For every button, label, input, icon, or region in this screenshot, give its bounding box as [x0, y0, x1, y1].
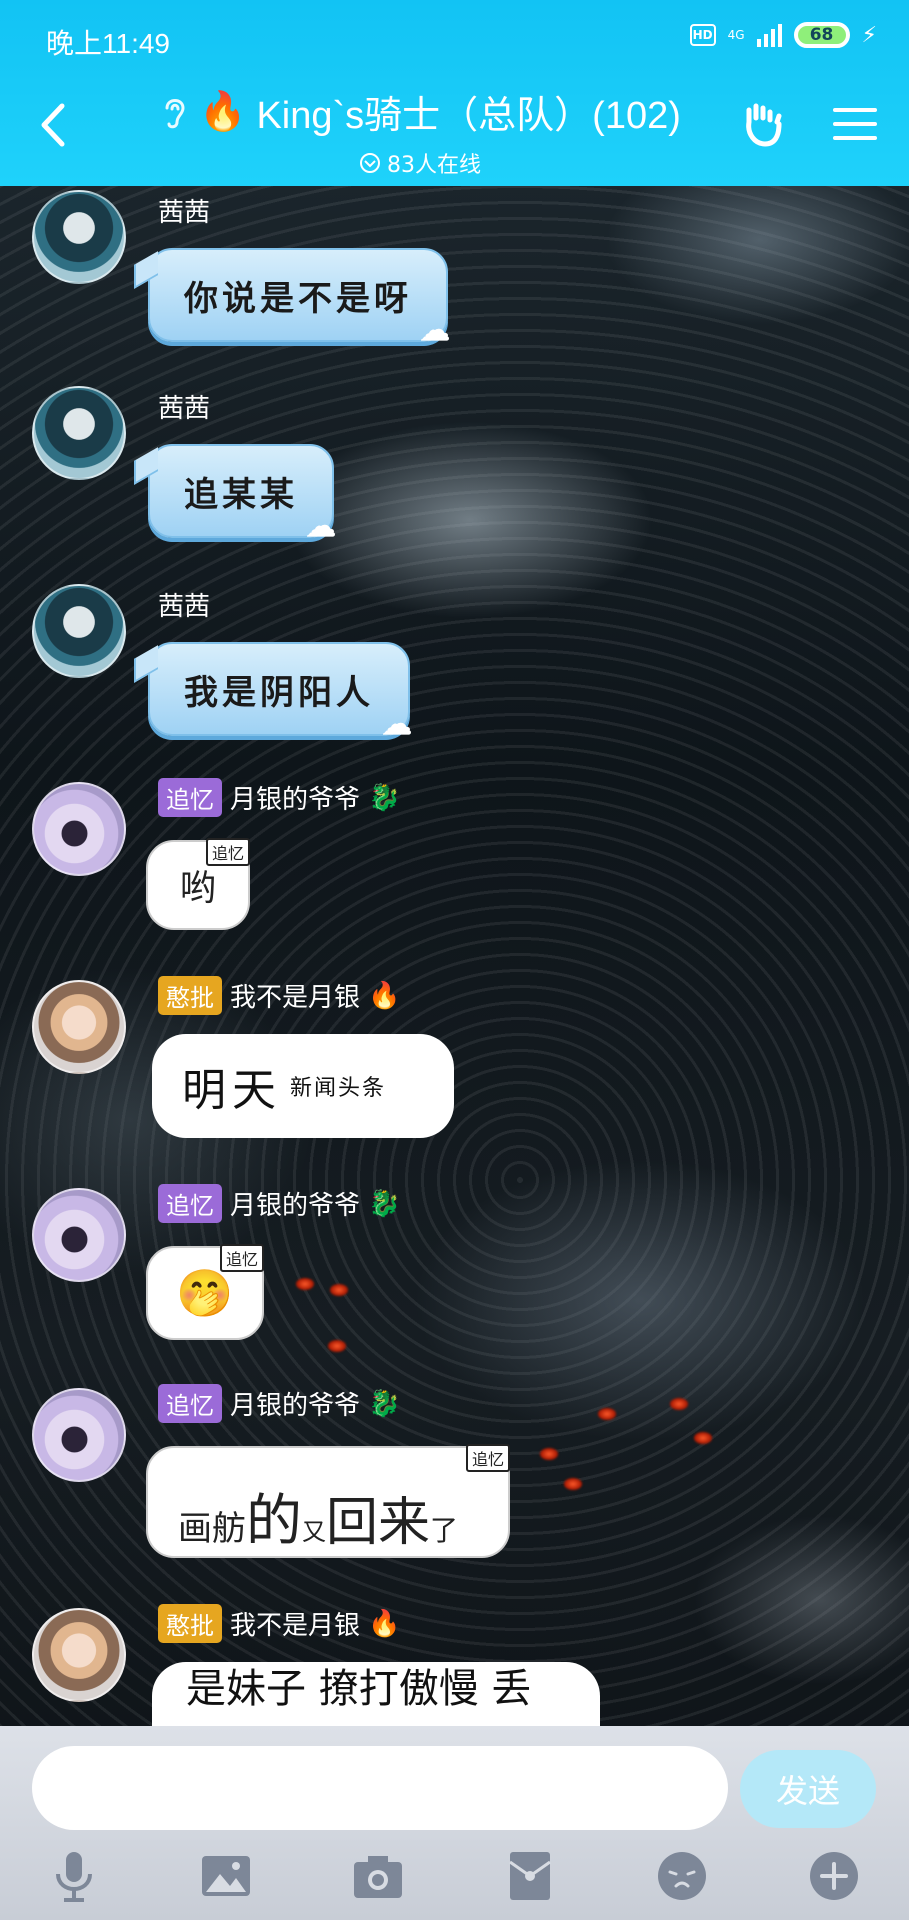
send-button[interactable]: 发送 — [740, 1750, 876, 1828]
battery-level: 68 — [809, 25, 834, 45]
message-item: 憨批 我不是月银 🔥 明天 新闻头条 — [0, 976, 909, 1156]
back-icon[interactable] — [36, 100, 68, 150]
message-item: 茜茜 你说是不是呀 ☁ — [0, 188, 909, 348]
bubble-corner-tag: 追忆 — [219, 1244, 264, 1272]
bubble-corner-tag: 追忆 — [465, 1444, 510, 1472]
member-tag: 追忆 — [158, 778, 222, 817]
message-text: 明天 — [182, 1065, 282, 1116]
member-tag: 憨批 — [158, 1604, 222, 1643]
message-input[interactable] — [32, 1746, 728, 1830]
status-bar: 晚上11:49 HD 4G 68 ⚡ — [0, 0, 909, 74]
message-text-part: 回来 — [326, 1493, 431, 1553]
message-subtext: 新闻头条 — [290, 1076, 387, 1101]
member-tag: 追忆 — [158, 1184, 222, 1223]
member-badge-icon: 🐉 — [368, 1388, 401, 1419]
group-title: King`s骑士（总队）(102) — [256, 95, 681, 137]
battery-icon: 68 — [793, 22, 850, 48]
bubble-corner-tag: 追忆 — [205, 838, 250, 866]
member-badge-icon: 🐉 — [368, 1188, 401, 1219]
emoji-sticker: 🤭 — [176, 1265, 234, 1320]
member-badge-icon: 🔥 — [368, 980, 401, 1011]
message-text-part: 了 — [430, 1514, 459, 1547]
avatar[interactable] — [32, 1188, 126, 1282]
microphone-icon[interactable] — [46, 1848, 102, 1904]
message-text: 追某某 — [184, 474, 298, 515]
message-text-part: 画舫 — [178, 1509, 246, 1549]
image-icon[interactable] — [198, 1848, 254, 1904]
member-badge-icon: 🔥 — [368, 1608, 401, 1639]
sender-name: 茜茜 — [158, 592, 211, 622]
plus-icon[interactable] — [806, 1848, 862, 1904]
chat-title-area[interactable]: 🔥 King`s骑士（总队）(102) 83人在线 — [140, 84, 700, 179]
message-text: 我是阴阳人 — [184, 672, 374, 713]
sender-name: 月银的爷爷 — [230, 1391, 361, 1421]
sender-name: 茜茜 — [158, 198, 211, 228]
message-text-part: 的 — [246, 1489, 302, 1554]
wave-decoration: ☁ — [420, 313, 454, 348]
sender-name: 月银的爷爷 — [230, 1191, 361, 1221]
status-icons: HD 4G 68 ⚡ — [689, 22, 877, 48]
message-bubble[interactable]: 画舫 的 又 回来 了 追忆 — [146, 1444, 510, 1558]
message-item: 茜茜 我是阴阳人 ☁ — [0, 582, 909, 742]
sender-name: 月银的爷爷 — [230, 785, 361, 815]
hd-icon: HD — [689, 24, 716, 46]
ear-icon — [165, 98, 185, 128]
message-text: 哟 — [179, 868, 216, 909]
sender-name: 我不是月银 — [230, 1611, 361, 1641]
charging-icon: ⚡ — [861, 22, 877, 48]
member-tag: 憨批 — [158, 976, 222, 1015]
message-bubble[interactable]: 你说是不是呀 ☁ — [148, 248, 450, 348]
avatar[interactable] — [32, 190, 126, 284]
message-item: 憨批 我不是月银 🔥 是妹子 撩打傲慢 丢丢 — [0, 1604, 909, 1726]
message-item: 追忆 月银的爷爷 🐉 画舫 的 又 回来 了 追忆 — [0, 1384, 909, 1564]
menu-icon[interactable] — [833, 106, 877, 142]
gesture-hand-icon[interactable] — [739, 100, 787, 148]
avatar[interactable] — [32, 584, 126, 678]
message-text-part: 又 — [302, 1518, 326, 1546]
online-count: 83人在线 — [387, 153, 481, 178]
avatar[interactable] — [32, 1388, 126, 1482]
message-bubble[interactable]: 追某某 ☁ — [148, 444, 336, 544]
chat-header: 晚上11:49 HD 4G 68 ⚡ 🔥 King`s骑士（总队）(102) 8… — [0, 0, 909, 186]
camera-icon[interactable] — [350, 1848, 406, 1904]
message-bubble[interactable]: 我是阴阳人 ☁ — [148, 642, 412, 742]
avatar[interactable] — [32, 980, 126, 1074]
message-item: 追忆 月银的爷爷 🐉 🤭 追忆 — [0, 1184, 909, 1344]
emoji-icon[interactable] — [654, 1848, 710, 1904]
message-bubble[interactable]: 明天 新闻头条 — [152, 1034, 454, 1138]
online-icon — [360, 153, 380, 173]
sender-name: 我不是月银 — [230, 983, 361, 1013]
sender-name: 茜茜 — [158, 394, 211, 424]
message-bubble[interactable]: 🤭 追忆 — [146, 1244, 264, 1340]
avatar[interactable] — [32, 386, 126, 480]
avatar[interactable] — [32, 1608, 126, 1702]
message-bubble[interactable]: 哟 追忆 — [146, 838, 250, 930]
wave-decoration: ☁ — [306, 509, 340, 544]
fire-emoji: 🔥 — [199, 90, 247, 133]
message-item: 追忆 月银的爷爷 🐉 哟 追忆 — [0, 778, 909, 938]
member-tag: 追忆 — [158, 1384, 222, 1423]
avatar[interactable] — [32, 782, 126, 876]
message-bubble[interactable]: 是妹子 撩打傲慢 丢丢 — [152, 1662, 600, 1726]
message-item: 茜茜 追某某 ☁ — [0, 384, 909, 544]
wave-decoration: ☁ — [382, 707, 416, 742]
member-badge-icon: 🐉 — [368, 782, 401, 813]
input-panel: 发送 — [0, 1726, 909, 1920]
status-time: 晚上11:49 — [46, 28, 170, 59]
message-text: 你说是不是呀 — [184, 278, 412, 319]
network-type: 4G — [727, 28, 745, 42]
signal-icon — [756, 23, 782, 47]
message-text: 是妹子 撩打傲慢 丢丢 — [186, 1666, 532, 1726]
red-packet-icon[interactable] — [502, 1848, 558, 1904]
